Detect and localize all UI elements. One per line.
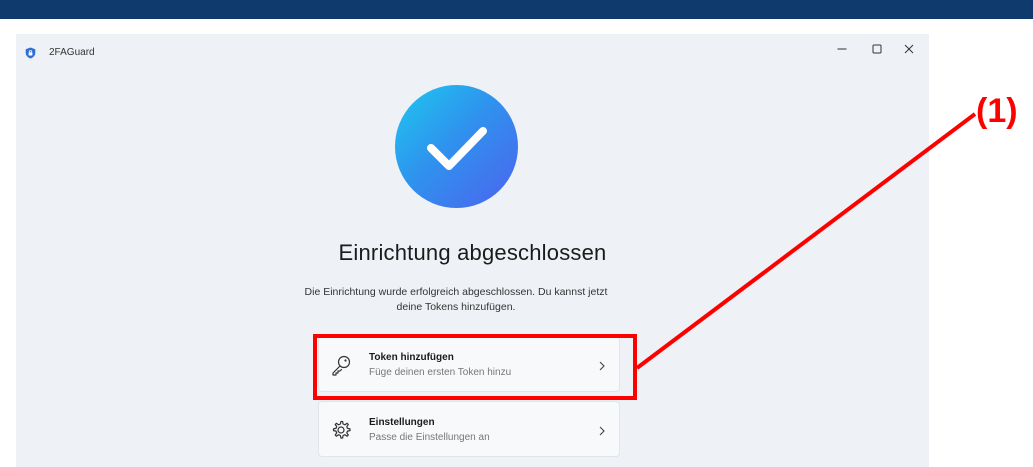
settings-title: Einstellungen [369,417,435,428]
annotation-label: (1) [976,92,1018,130]
app-window: 2FAGuard Einrichtung abgeschlossen Die E… [16,34,929,467]
top-banner [0,0,1033,19]
window-title: 2FAGuard [49,47,95,58]
add-token-subtitle: Füge deinen ersten Token hinzu [369,367,512,378]
close-button[interactable] [894,38,924,60]
chevron-right-icon [598,359,606,377]
minimize-button[interactable] [827,38,857,60]
key-icon [330,354,352,376]
page-title: Einrichtung abgeschlossen [338,240,607,265]
setup-description: Die Einrichtung wurde erfolgreich abgesc… [304,286,608,313]
add-token-title: Token hinzufügen [369,352,454,363]
title-bar: 2FAGuard [16,34,929,66]
maximize-button[interactable] [862,38,892,60]
settings-button[interactable]: Einstellungen Passe die Einstellungen an [318,401,620,457]
success-badge [395,85,518,208]
add-token-button[interactable]: Token hinzufügen Füge deinen ersten Toke… [318,336,620,392]
settings-subtitle: Passe die Einstellungen an [369,432,490,443]
close-icon [904,44,914,54]
minimize-icon [837,44,847,54]
shield-lock-icon [25,46,36,59]
gear-icon [330,419,352,441]
maximize-icon [872,44,882,54]
chevron-right-icon [598,424,606,442]
